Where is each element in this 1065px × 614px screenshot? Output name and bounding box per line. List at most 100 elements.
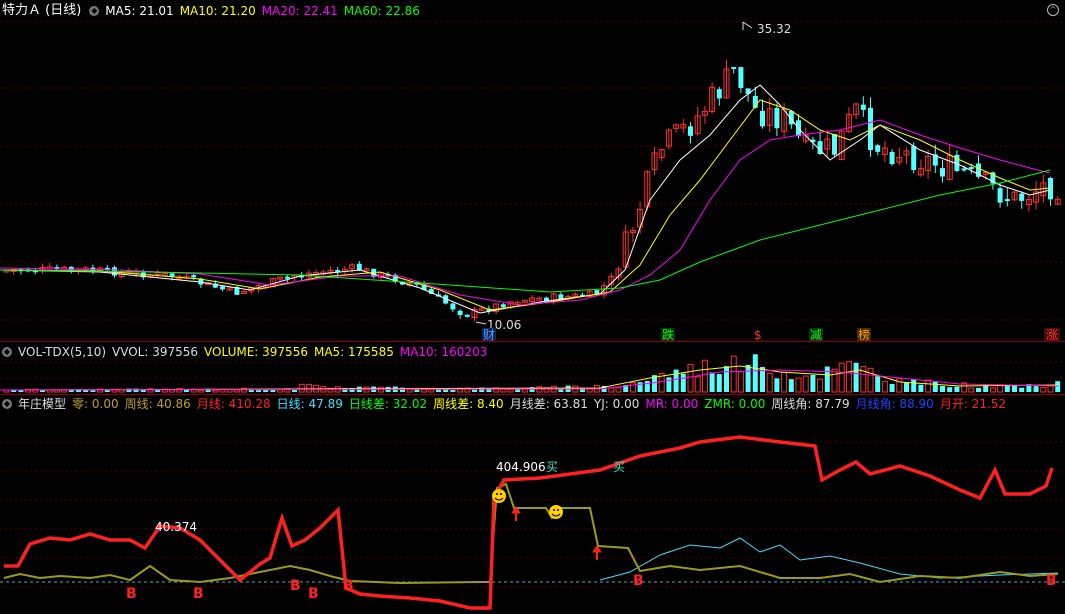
volume-bar xyxy=(666,377,672,392)
up-arrow-icon xyxy=(511,506,521,521)
candle xyxy=(940,168,945,177)
event-markers: 财 跌 $ 减 榜 涨 xyxy=(482,327,1060,342)
volume-bar xyxy=(904,382,909,392)
model-value-label: 40.374 xyxy=(155,520,197,534)
candles xyxy=(3,60,1061,322)
volume-bar xyxy=(270,389,276,392)
volume-bar xyxy=(701,359,708,393)
volume-bar xyxy=(968,387,975,393)
candle xyxy=(220,286,225,290)
volume-bar xyxy=(673,369,679,392)
volume-bar xyxy=(845,361,852,393)
volume-bar xyxy=(709,372,715,392)
chart-canvas[interactable]: 35.32 10.06 财 跌 $ 减 榜 涨 40.374 404.906 买… xyxy=(0,0,1065,614)
volume-bar xyxy=(298,383,305,393)
ma10-line xyxy=(0,99,1051,311)
volume-bar xyxy=(932,380,938,392)
candle xyxy=(738,67,744,88)
smiley-icon xyxy=(549,505,563,519)
volume-bar xyxy=(169,389,176,393)
volume-bar xyxy=(781,371,788,393)
marker-dollar[interactable]: $ xyxy=(754,328,762,342)
b-signal: B xyxy=(1046,573,1057,589)
volume-bar xyxy=(694,376,701,393)
volume-bar xyxy=(795,377,802,393)
moving-averages xyxy=(0,84,1051,314)
volume-bar xyxy=(881,380,888,393)
candle xyxy=(774,107,780,129)
candle xyxy=(688,126,693,136)
volume-bar xyxy=(472,389,477,392)
volume-bar xyxy=(976,387,981,392)
volume-bar xyxy=(867,367,874,393)
volume-bar xyxy=(947,387,953,392)
marker-jian[interactable]: 减 xyxy=(810,328,822,342)
candle xyxy=(875,145,881,152)
volume-bar xyxy=(40,390,45,392)
volume-bar xyxy=(212,389,219,393)
volume-bar xyxy=(724,366,729,392)
candle xyxy=(284,276,290,279)
volume-bar xyxy=(824,366,830,392)
volume-bar xyxy=(608,387,615,393)
volume-bar xyxy=(810,374,816,392)
candle xyxy=(356,263,362,271)
volume-bar xyxy=(421,389,428,393)
volume-bar xyxy=(428,389,435,393)
marker-cai[interactable]: 财 xyxy=(483,328,495,342)
smiley-icon xyxy=(492,489,506,503)
volume-bar xyxy=(788,379,794,392)
candle xyxy=(191,275,197,278)
candle xyxy=(450,303,456,310)
volume-bar xyxy=(305,383,312,393)
volume-bar xyxy=(1033,386,1039,392)
ma5-line xyxy=(0,84,1051,314)
b-signal: B xyxy=(126,586,137,602)
candle xyxy=(716,89,722,99)
model-value-label: 404.906 xyxy=(496,460,546,474)
candle xyxy=(997,188,1003,203)
volume-bar xyxy=(716,374,722,392)
high-price-label: 35.32 xyxy=(757,22,791,36)
volume-bar xyxy=(507,388,514,393)
volume-bar xyxy=(1019,387,1025,392)
volume-bar xyxy=(774,378,780,392)
candle xyxy=(68,266,74,271)
marker-zhang[interactable]: 涨 xyxy=(1046,327,1058,342)
candle xyxy=(911,146,917,171)
b-signal: B xyxy=(193,586,204,602)
volume-bar xyxy=(989,387,996,393)
up-arrow-icon xyxy=(592,545,602,560)
volume-bar xyxy=(18,390,24,392)
marker-die[interactable]: 跌 xyxy=(662,327,674,342)
volume-bar xyxy=(277,389,284,393)
buy-signal: 买 xyxy=(546,460,558,474)
marker-bang[interactable]: 榜 xyxy=(858,327,870,342)
volume-bar xyxy=(752,354,758,392)
volume-bar xyxy=(730,355,737,393)
volume-bar xyxy=(1004,385,1010,392)
b-signal: B xyxy=(633,573,644,589)
volume-bar xyxy=(414,389,420,392)
volume-bar xyxy=(53,389,60,393)
volume-bar xyxy=(90,390,96,392)
candle xyxy=(731,66,737,69)
candle xyxy=(760,110,765,127)
candle xyxy=(500,304,506,308)
volume-bar xyxy=(197,389,204,393)
candle xyxy=(1048,177,1053,200)
volume-bar xyxy=(817,378,824,393)
volume-bar xyxy=(954,386,960,392)
volume-bar xyxy=(745,364,751,392)
volume-bar xyxy=(263,389,269,392)
volume-bar xyxy=(155,390,161,392)
volume-bar xyxy=(918,384,924,392)
volume-bar xyxy=(1047,385,1054,393)
volume-bar xyxy=(1012,385,1017,392)
volume-bar xyxy=(911,379,917,392)
candle xyxy=(860,104,866,110)
candle xyxy=(961,168,967,171)
b-signal: B xyxy=(343,578,354,594)
volume-bar xyxy=(644,381,650,392)
volume-ma10-line xyxy=(0,369,1059,391)
